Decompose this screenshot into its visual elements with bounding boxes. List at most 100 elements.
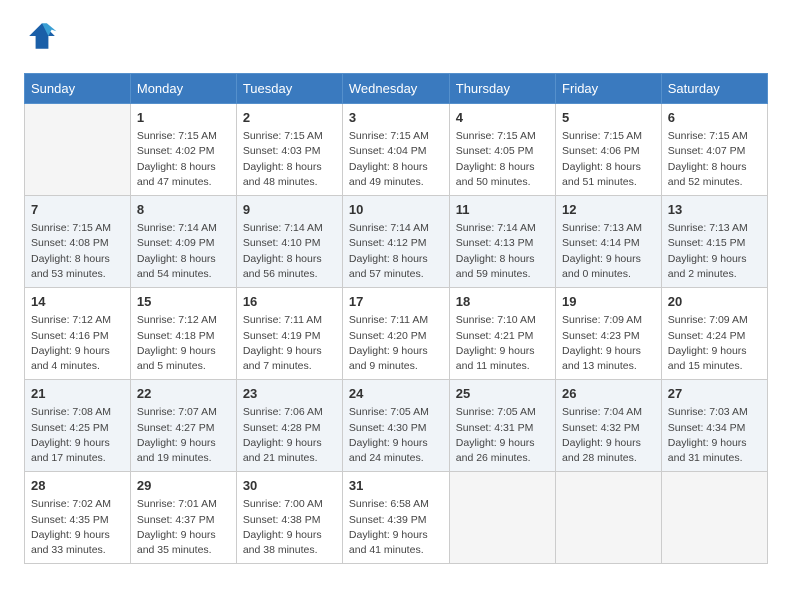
day-number: 21 [31, 385, 124, 403]
day-number: 30 [243, 477, 336, 495]
day-info: Sunrise: 7:02 AMSunset: 4:35 PMDaylight:… [31, 497, 124, 558]
day-number: 26 [562, 385, 655, 403]
calendar-cell: 23Sunrise: 7:06 AMSunset: 4:28 PMDayligh… [236, 380, 342, 472]
calendar-cell: 24 Sunrise: 7:05 AMSunset: 4:30 PMDayligh… [342, 380, 449, 472]
day-info: Sunrise: 7:15 AMSunset: 4:04 PMDaylight:… [349, 129, 443, 190]
day-number: 1 [137, 109, 230, 127]
calendar-cell: 31 Sunrise: 6:58 AMSunset: 4:39 PMDayligh… [342, 472, 449, 564]
calendar-cell: 10 Sunrise: 7:14 AMSunset: 4:12 PMDayligh… [342, 196, 449, 288]
day-info: Sunrise: 7:10 AMSunset: 4:21 PMDaylight:… [456, 313, 549, 374]
logo [24, 20, 58, 57]
calendar-cell: 13 Sunrise: 7:13 AMSunset: 4:15 PMDayligh… [661, 196, 767, 288]
day-info: Sunrise: 7:00 AMSunset: 4:38 PMDaylight:… [243, 497, 336, 558]
day-info: Sunrise: 7:08 AMSunset: 4:25 PMDaylight:… [31, 405, 124, 466]
day-number: 27 [668, 385, 761, 403]
day-info: Sunrise: 7:12 AMSunset: 4:16 PMDaylight:… [31, 313, 124, 374]
calendar-cell: 21 Sunrise: 7:08 AMSunset: 4:25 PMDayligh… [25, 380, 131, 472]
calendar-cell [449, 472, 555, 564]
calendar-week-row: 28 Sunrise: 7:02 AMSunset: 4:35 PMDayligh… [25, 472, 768, 564]
day-number: 13 [668, 201, 761, 219]
header [24, 20, 768, 57]
day-info: Sunrise: 7:14 AMSunset: 4:09 PMDaylight:… [137, 221, 230, 282]
calendar-cell: 19Sunrise: 7:09 AMSunset: 4:23 PMDayligh… [556, 288, 662, 380]
day-info: Sunrise: 7:15 AMSunset: 4:07 PMDaylight:… [668, 129, 761, 190]
calendar-week-row: 14 Sunrise: 7:12 AMSunset: 4:16 PMDayligh… [25, 288, 768, 380]
calendar-cell: 1 Sunrise: 7:15 AMSunset: 4:02 PMDaylight… [130, 104, 236, 196]
day-number: 31 [349, 477, 443, 495]
day-info: Sunrise: 7:13 AMSunset: 4:14 PMDaylight:… [562, 221, 655, 282]
calendar-cell: 26 Sunrise: 7:04 AMSunset: 4:32 PMDayligh… [556, 380, 662, 472]
calendar-table: SundayMondayTuesdayWednesdayThursdayFrid… [24, 73, 768, 564]
day-info: Sunrise: 7:15 AMSunset: 4:03 PMDaylight:… [243, 129, 336, 190]
calendar-cell: 7Sunrise: 7:15 AMSunset: 4:08 PMDaylight… [25, 196, 131, 288]
day-info: Sunrise: 7:03 AMSunset: 4:34 PMDaylight:… [668, 405, 761, 466]
day-number: 9 [243, 201, 336, 219]
day-info: Sunrise: 7:09 AMSunset: 4:23 PMDaylight:… [562, 313, 655, 374]
calendar-cell: 15 Sunrise: 7:12 AMSunset: 4:18 PMDayligh… [130, 288, 236, 380]
day-number: 22 [137, 385, 230, 403]
weekday-header-thursday: Thursday [449, 74, 555, 104]
day-number: 17 [349, 293, 443, 311]
day-info: Sunrise: 6:58 AMSunset: 4:39 PMDaylight:… [349, 497, 443, 558]
calendar-cell: 16 Sunrise: 7:11 AMSunset: 4:19 PMDayligh… [236, 288, 342, 380]
day-info: Sunrise: 7:01 AMSunset: 4:37 PMDaylight:… [137, 497, 230, 558]
day-info: Sunrise: 7:09 AMSunset: 4:24 PMDaylight:… [668, 313, 761, 374]
day-info: Sunrise: 7:06 AMSunset: 4:28 PMDaylight:… [243, 405, 336, 466]
day-number: 15 [137, 293, 230, 311]
day-number: 3 [349, 109, 443, 127]
calendar-cell [556, 472, 662, 564]
day-info: Sunrise: 7:14 AMSunset: 4:10 PMDaylight:… [243, 221, 336, 282]
day-info: Sunrise: 7:15 AMSunset: 4:05 PMDaylight:… [456, 129, 549, 190]
calendar-cell: 8 Sunrise: 7:14 AMSunset: 4:09 PMDaylight… [130, 196, 236, 288]
day-info: Sunrise: 7:05 AMSunset: 4:31 PMDaylight:… [456, 405, 549, 466]
weekday-header-saturday: Saturday [661, 74, 767, 104]
logo-icon [26, 20, 58, 52]
calendar-cell: 30 Sunrise: 7:00 AMSunset: 4:38 PMDayligh… [236, 472, 342, 564]
calendar-cell: 5Sunrise: 7:15 AMSunset: 4:06 PMDaylight… [556, 104, 662, 196]
day-number: 20 [668, 293, 761, 311]
day-number: 28 [31, 477, 124, 495]
calendar-week-row: 1 Sunrise: 7:15 AMSunset: 4:02 PMDaylight… [25, 104, 768, 196]
day-number: 6 [668, 109, 761, 127]
day-info: Sunrise: 7:14 AMSunset: 4:12 PMDaylight:… [349, 221, 443, 282]
calendar-cell [661, 472, 767, 564]
day-number: 18 [456, 293, 549, 311]
calendar-cell: 11 Sunrise: 7:14 AMSunset: 4:13 PMDayligh… [449, 196, 555, 288]
day-info: Sunrise: 7:05 AMSunset: 4:30 PMDaylight:… [349, 405, 443, 466]
calendar-cell: 27 Sunrise: 7:03 AMSunset: 4:34 PMDayligh… [661, 380, 767, 472]
day-info: Sunrise: 7:15 AMSunset: 4:02 PMDaylight:… [137, 129, 230, 190]
day-info: Sunrise: 7:13 AMSunset: 4:15 PMDaylight:… [668, 221, 761, 282]
weekday-header-sunday: Sunday [25, 74, 131, 104]
day-number: 24 [349, 385, 443, 403]
day-info: Sunrise: 7:07 AMSunset: 4:27 PMDaylight:… [137, 405, 230, 466]
calendar-cell: 12Sunrise: 7:13 AMSunset: 4:14 PMDayligh… [556, 196, 662, 288]
weekday-header-row: SundayMondayTuesdayWednesdayThursdayFrid… [25, 74, 768, 104]
calendar-cell: 3 Sunrise: 7:15 AMSunset: 4:04 PMDaylight… [342, 104, 449, 196]
day-number: 25 [456, 385, 549, 403]
day-number: 4 [456, 109, 549, 127]
calendar-cell: 22 Sunrise: 7:07 AMSunset: 4:27 PMDayligh… [130, 380, 236, 472]
calendar-week-row: 7Sunrise: 7:15 AMSunset: 4:08 PMDaylight… [25, 196, 768, 288]
calendar-cell: 6 Sunrise: 7:15 AMSunset: 4:07 PMDaylight… [661, 104, 767, 196]
day-number: 11 [456, 201, 549, 219]
day-info: Sunrise: 7:15 AMSunset: 4:08 PMDaylight:… [31, 221, 124, 282]
day-info: Sunrise: 7:15 AMSunset: 4:06 PMDaylight:… [562, 129, 655, 190]
day-number: 29 [137, 477, 230, 495]
weekday-header-monday: Monday [130, 74, 236, 104]
day-number: 14 [31, 293, 124, 311]
calendar-cell: 18 Sunrise: 7:10 AMSunset: 4:21 PMDayligh… [449, 288, 555, 380]
day-number: 16 [243, 293, 336, 311]
day-number: 2 [243, 109, 336, 127]
calendar-cell: 14 Sunrise: 7:12 AMSunset: 4:16 PMDayligh… [25, 288, 131, 380]
day-number: 8 [137, 201, 230, 219]
day-info: Sunrise: 7:04 AMSunset: 4:32 PMDaylight:… [562, 405, 655, 466]
calendar-cell [25, 104, 131, 196]
day-info: Sunrise: 7:11 AMSunset: 4:20 PMDaylight:… [349, 313, 443, 374]
day-info: Sunrise: 7:11 AMSunset: 4:19 PMDaylight:… [243, 313, 336, 374]
calendar-cell: 4 Sunrise: 7:15 AMSunset: 4:05 PMDaylight… [449, 104, 555, 196]
day-info: Sunrise: 7:12 AMSunset: 4:18 PMDaylight:… [137, 313, 230, 374]
day-info: Sunrise: 7:14 AMSunset: 4:13 PMDaylight:… [456, 221, 549, 282]
weekday-header-wednesday: Wednesday [342, 74, 449, 104]
day-number: 10 [349, 201, 443, 219]
calendar-cell: 28 Sunrise: 7:02 AMSunset: 4:35 PMDayligh… [25, 472, 131, 564]
